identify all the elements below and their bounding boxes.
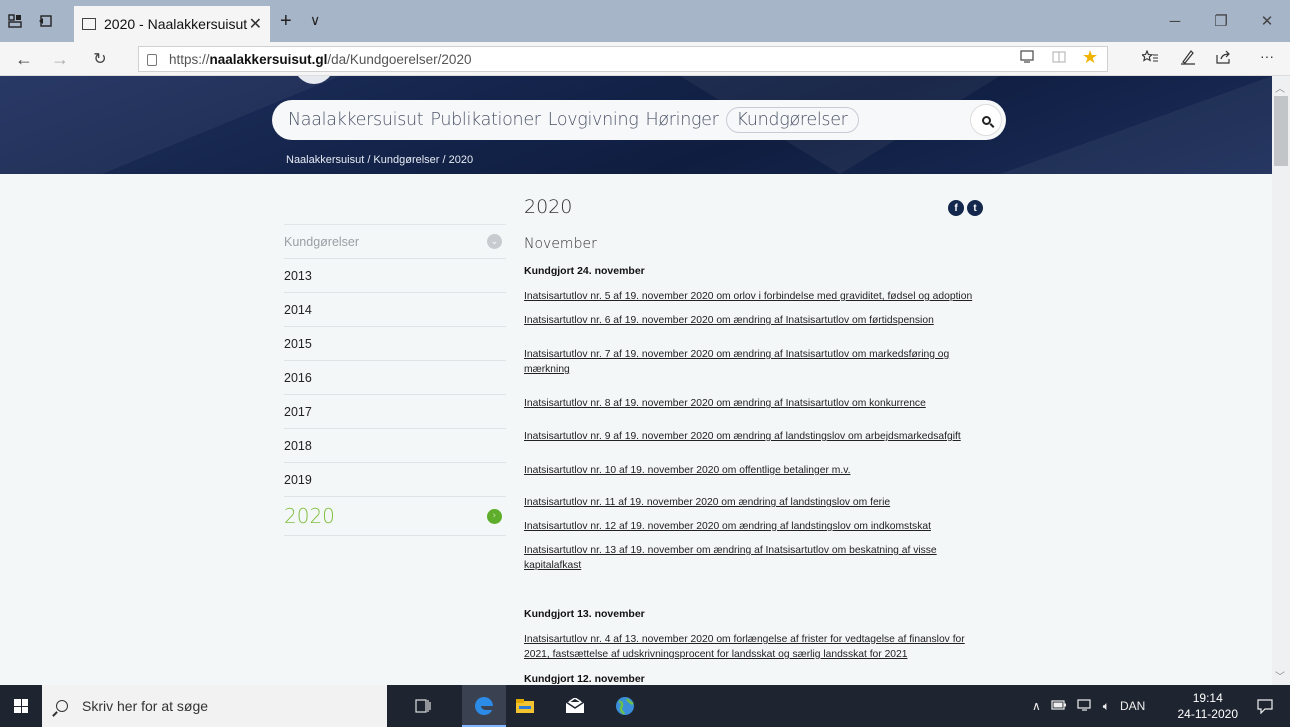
sidebar-item-2013[interactable]: 2013 bbox=[284, 258, 506, 292]
sidebar-item-2017[interactable]: 2017 bbox=[284, 394, 506, 428]
clock-date: 24-11-2020 bbox=[1177, 707, 1239, 721]
url-input[interactable]: https://naalakkersuisut.gl/da/Kundgoerel… bbox=[138, 46, 1108, 72]
sidebar-item-2014[interactable]: 2014 bbox=[284, 292, 506, 326]
hero-banner: Naalakkersuisut Publikationer Lovgivning… bbox=[0, 76, 1272, 174]
battery-icon[interactable] bbox=[1051, 699, 1067, 713]
url-domain: naalakkersuisut.gl bbox=[209, 51, 328, 67]
chevron-up-icon[interactable]: ∧ bbox=[1032, 699, 1041, 713]
network-icon[interactable] bbox=[1077, 698, 1093, 714]
month-heading: November bbox=[524, 236, 597, 252]
sidebar-item-2016[interactable]: 2016 bbox=[284, 360, 506, 394]
law-link[interactable]: Inatsisartutlov nr. 5 af 19. november 20… bbox=[524, 289, 972, 304]
taskbar-search[interactable]: Skriv her for at søge bbox=[42, 685, 387, 727]
nav-lovgivning[interactable]: Lovgivning bbox=[548, 110, 639, 130]
chevron-down-icon[interactable]: ∨ bbox=[310, 12, 320, 29]
year-sidebar: Kundgørelser ⌄ 2013 2014 2015 2016 2017 … bbox=[284, 224, 506, 536]
reading-view-icon[interactable] bbox=[1020, 50, 1034, 67]
language-indicator[interactable]: DAN bbox=[1120, 699, 1145, 713]
sidebar-item-2019[interactable]: 2019 bbox=[284, 462, 506, 496]
scroll-thumb[interactable] bbox=[1274, 96, 1288, 166]
sidebar-item-2018[interactable]: 2018 bbox=[284, 428, 506, 462]
law-link[interactable]: Inatsisartutlov nr. 7 af 19. november 20… bbox=[524, 347, 974, 377]
taskbar-clock[interactable]: 19:14 24-11-2020 bbox=[1178, 690, 1239, 722]
task-view-icon[interactable] bbox=[408, 691, 438, 721]
law-link[interactable]: Inatsisartutlov nr. 8 af 19. november 20… bbox=[524, 396, 926, 411]
globe-app-icon[interactable] bbox=[610, 691, 640, 721]
favorites-list-icon[interactable] bbox=[1140, 49, 1158, 67]
web-page: Naalakkersuisut Publikationer Lovgivning… bbox=[0, 76, 1272, 685]
start-button[interactable] bbox=[0, 685, 42, 727]
close-window-icon[interactable]: ✕ bbox=[1244, 0, 1290, 42]
url-path: /da/Kundgoerelser/2020 bbox=[327, 51, 472, 67]
section-heading: Kundgjort 12. november bbox=[524, 673, 645, 685]
book-icon[interactable] bbox=[1052, 50, 1066, 67]
nav-publikationer[interactable]: Publikationer bbox=[430, 110, 541, 130]
url-prefix: https:// bbox=[169, 51, 210, 67]
sidebar-header[interactable]: Kundgørelser ⌄ bbox=[284, 224, 506, 258]
page-scrollbar[interactable]: ︿ ﹀ bbox=[1272, 76, 1290, 685]
scroll-down-icon[interactable]: ﹀ bbox=[1275, 668, 1285, 683]
browser-tab[interactable]: 2020 - Naalakkersuisut ✕ bbox=[74, 6, 270, 42]
law-link[interactable]: Inatsisartutlov nr. 9 af 19. november 20… bbox=[524, 429, 961, 444]
restore-icon[interactable]: ❐ bbox=[1198, 0, 1244, 42]
search-icon bbox=[981, 115, 991, 125]
pen-icon[interactable] bbox=[1180, 49, 1196, 68]
main-navigation: Naalakkersuisut Publikationer Lovgivning… bbox=[272, 100, 1006, 140]
windows-icon bbox=[14, 699, 28, 713]
mail-icon[interactable] bbox=[560, 691, 590, 721]
nav-kundgorelser[interactable]: Kundgørelser bbox=[725, 107, 859, 133]
page-icon bbox=[82, 18, 96, 30]
law-link[interactable]: Inatsisartutlov nr. 4 af 13. november 20… bbox=[524, 632, 984, 662]
scroll-up-icon[interactable]: ︿ bbox=[1275, 80, 1285, 95]
sidebar-header-label: Kundgørelser bbox=[284, 234, 360, 249]
file-explorer-icon[interactable] bbox=[510, 691, 540, 721]
volume-icon[interactable]: 🔈︎ bbox=[1103, 699, 1110, 714]
taskbar-search-placeholder: Skriv her for at søge bbox=[82, 698, 209, 714]
sidebar-item-2015[interactable]: 2015 bbox=[284, 326, 506, 360]
clock-time: 19:14 bbox=[1192, 691, 1223, 705]
law-link[interactable]: Inatsisartutlov nr. 13 af 19. november o… bbox=[524, 543, 974, 573]
law-link[interactable]: Inatsisartutlov nr. 6 af 19. november 20… bbox=[524, 313, 934, 328]
notifications-icon[interactable] bbox=[1250, 691, 1280, 721]
law-link[interactable]: Inatsisartutlov nr. 10 af 19. november 2… bbox=[524, 463, 850, 478]
breadcrumb: Naalakkersuisut / Kundgørelser / 2020 bbox=[286, 154, 474, 166]
close-tab-icon[interactable]: ✕ bbox=[249, 14, 262, 34]
tab-actions-icon[interactable] bbox=[0, 0, 30, 42]
more-icon[interactable]: ··· bbox=[1260, 48, 1274, 64]
main-content: 2020 November bbox=[524, 196, 994, 252]
sidebar-current-label: 2020 bbox=[284, 504, 335, 528]
back-icon[interactable]: ← bbox=[8, 42, 40, 76]
lock-icon bbox=[147, 54, 157, 66]
tabs-aside-icon[interactable] bbox=[30, 0, 60, 42]
section-heading: Kundgjort 24. november bbox=[524, 265, 645, 277]
section-heading: Kundgjort 13. november bbox=[524, 608, 645, 620]
chevron-down-icon: ⌄ bbox=[487, 234, 502, 249]
new-tab-icon[interactable]: + bbox=[280, 10, 292, 33]
share-icon[interactable] bbox=[1216, 50, 1232, 67]
refresh-icon[interactable]: ↻ bbox=[84, 42, 116, 76]
nav-horinger[interactable]: Høringer bbox=[645, 110, 718, 130]
edge-taskbar-button[interactable] bbox=[462, 685, 506, 727]
tab-title: 2020 - Naalakkersuisut bbox=[104, 16, 248, 32]
forward-icon[interactable]: → bbox=[44, 42, 76, 76]
favorite-star-icon[interactable]: ★ bbox=[1082, 47, 1098, 68]
page-title: 2020 bbox=[524, 196, 573, 218]
nav-naalakkersuisut[interactable]: Naalakkersuisut bbox=[288, 110, 424, 130]
minimize-icon[interactable]: ─ bbox=[1152, 0, 1198, 42]
search-button[interactable] bbox=[970, 104, 1002, 136]
search-icon bbox=[56, 700, 68, 712]
sidebar-item-2020[interactable]: 2020 › bbox=[284, 496, 506, 536]
law-link[interactable]: Inatsisartutlov nr. 11 af 19. november 2… bbox=[524, 495, 890, 510]
system-tray: ∧ 🔈︎ DAN bbox=[1032, 685, 1145, 727]
chevron-right-icon: › bbox=[487, 508, 502, 524]
windows-taskbar: Skriv her for at søge ∧ 🔈︎ DAN 19:14 24-… bbox=[0, 685, 1290, 727]
law-link[interactable]: Inatsisartutlov nr. 12 af 19. november 2… bbox=[524, 519, 931, 534]
